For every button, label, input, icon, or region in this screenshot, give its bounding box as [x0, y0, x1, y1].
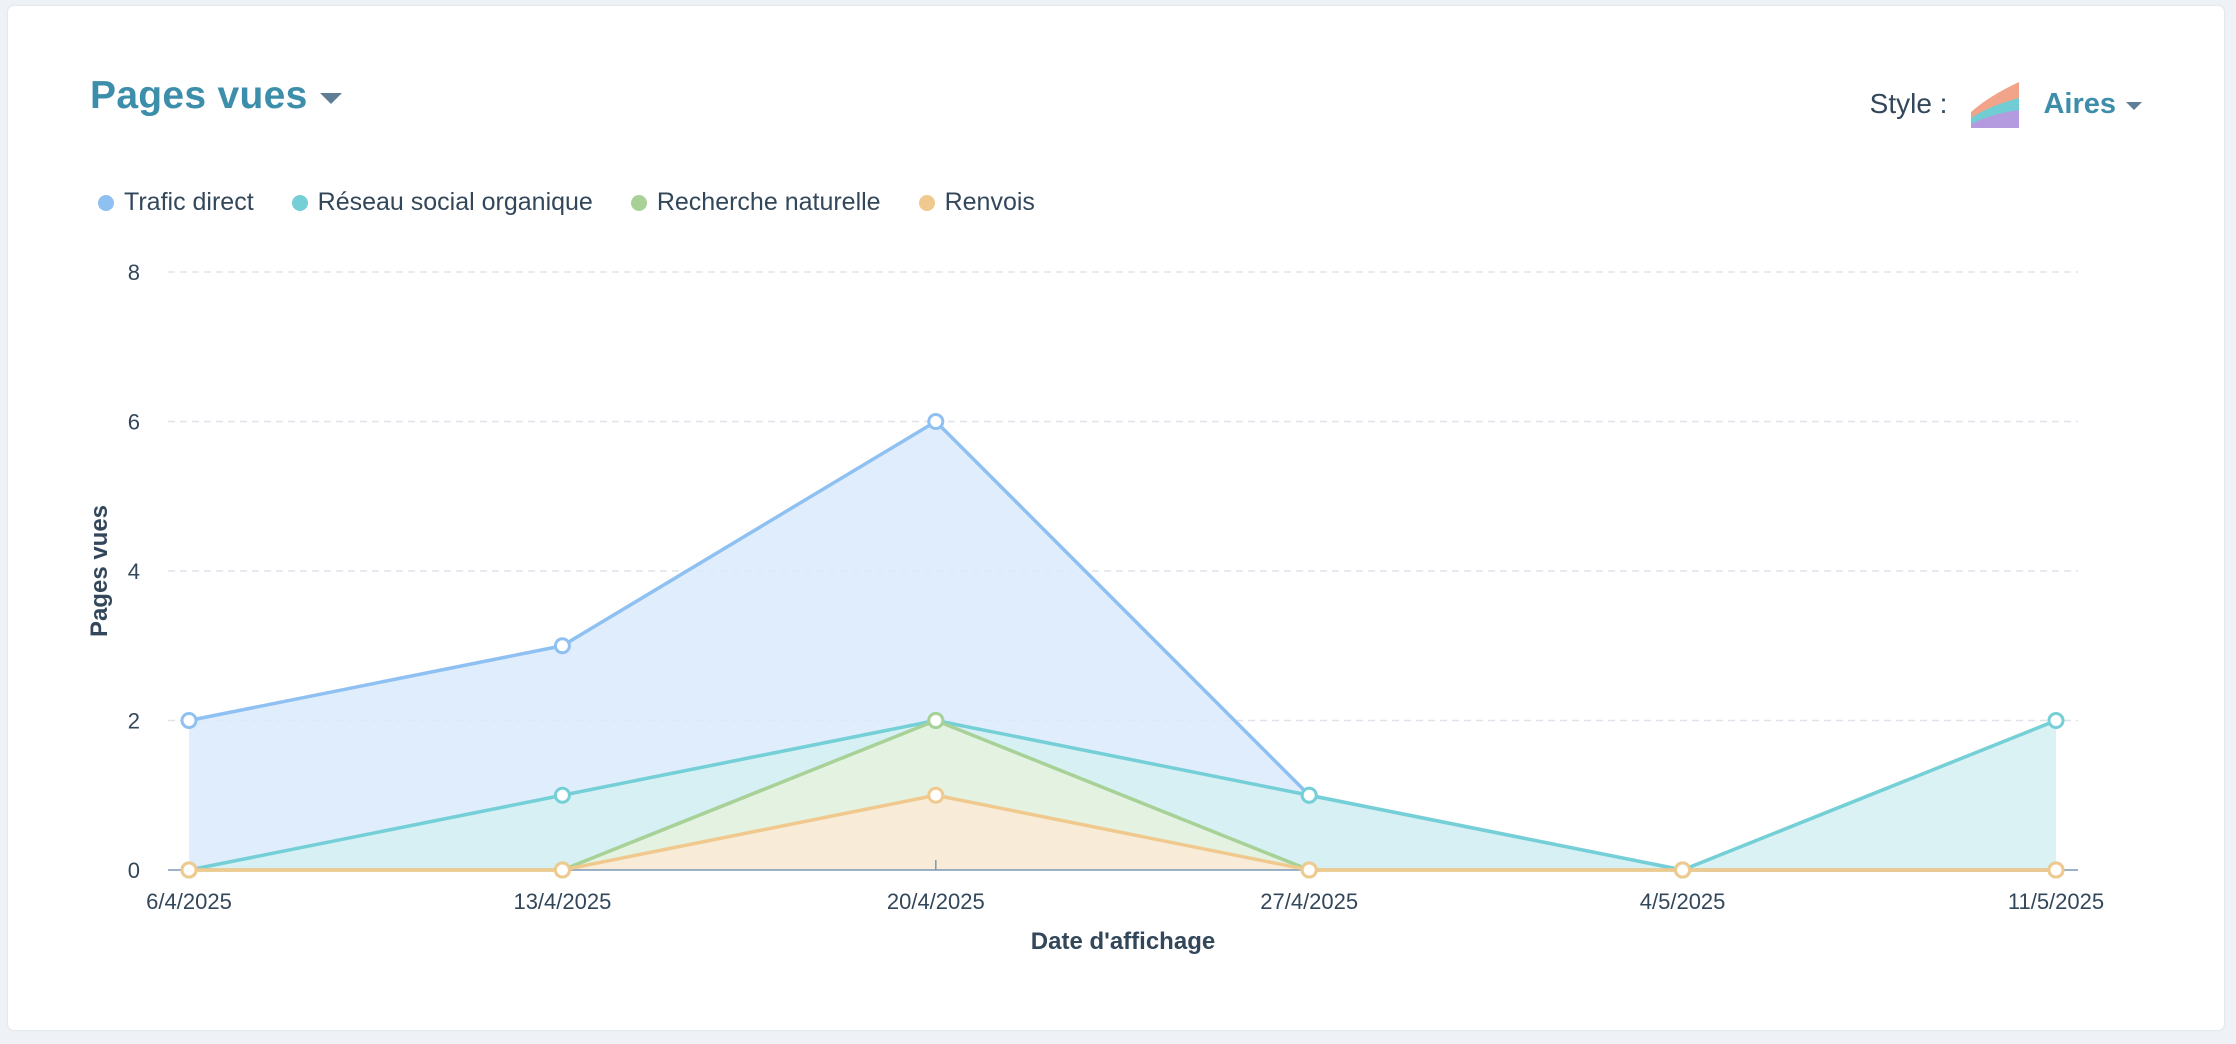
data-point: [927, 786, 945, 804]
y-tick-label: 4: [128, 559, 140, 584]
x-tick-label: 11/5/2025: [2008, 889, 2104, 914]
y-tick-label: 6: [128, 410, 140, 435]
data-point: [927, 413, 945, 430]
x-tick-label: 20/4/2025: [887, 889, 985, 914]
data-point: [927, 712, 945, 729]
data-point: [180, 861, 198, 879]
y-axis-title: Pages vues: [86, 505, 113, 637]
x-axis-title: Date d'affichage: [1031, 928, 1215, 955]
data-point: [2047, 861, 2065, 879]
data-point: [553, 786, 571, 804]
x-tick-label: 13/4/2025: [513, 889, 611, 914]
y-tick-label: 8: [128, 260, 140, 285]
y-tick-label: 2: [128, 709, 140, 734]
data-point: [1300, 861, 1318, 879]
area-chart: 0 2 4 6 8 6/4/2025 13/4/2025 20/4/2025 27/4/2025…: [86, 260, 2104, 955]
x-tick-label: 4/5/2025: [1640, 889, 1726, 914]
x-tick-label: 27/4/2025: [1260, 889, 1358, 914]
data-point: [553, 637, 571, 655]
x-tick-label: 6/4/2025: [146, 889, 232, 914]
data-point: [2047, 712, 2065, 729]
data-point: [553, 861, 571, 879]
data-point: [1674, 861, 1692, 879]
y-tick-label: 0: [128, 858, 140, 883]
data-point: [180, 712, 198, 729]
data-point: [1300, 786, 1318, 804]
